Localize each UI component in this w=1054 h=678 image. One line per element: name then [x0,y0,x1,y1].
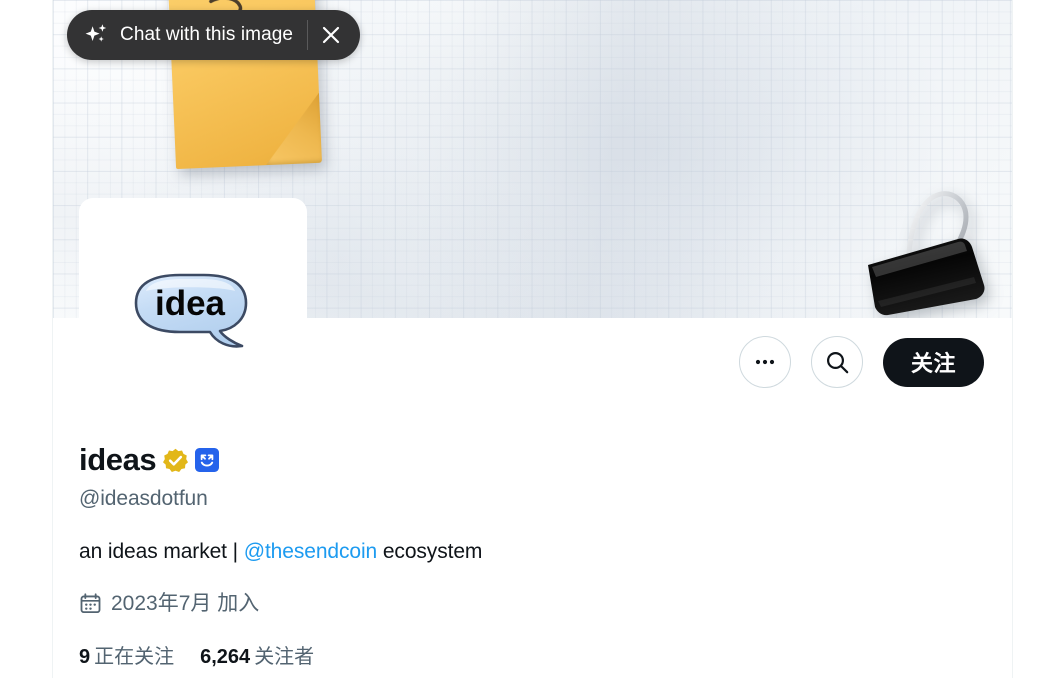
following-label: 正在关注 [94,645,175,668]
chat-with-image-toolbar[interactable]: Chat with this image [67,10,361,60]
joined-date-row: 2023年7月 加入 [79,591,992,616]
followers-count: 6,264 [200,645,251,668]
search-icon [826,351,848,373]
display-name: ideas [79,441,157,477]
more-horizontal-icon [755,359,775,365]
bio-mention-link[interactable]: @thesendcoin [244,540,377,563]
profile-bio: an ideas market | @thesendcoin ecosystem [79,538,992,565]
avatar-bubble-text: idea [155,284,226,323]
verified-badge-icon[interactable] [163,448,189,473]
bio-suffix: ecosystem [377,540,483,564]
binder-clip-icon [868,191,985,316]
profile-handle: @ideasdotfun [79,487,208,510]
more-options-button[interactable] [739,336,791,388]
bio-prefix: an ideas market | [79,540,244,564]
avatar[interactable]: idea [79,198,307,418]
following-count: 9 [79,645,91,668]
followers-label: 关注者 [254,645,315,668]
profile-column: Chat with this image idea 关注 ideas @idea… [52,0,1013,678]
blue-square-emoji-badge-icon[interactable] [195,448,220,472]
close-button[interactable] [308,12,354,58]
following-stat[interactable]: 9 正在关注 [79,640,174,669]
avatar-speech-bubble-icon: idea [134,274,248,349]
joined-date-label: 2023年7月 加入 [111,591,260,615]
follow-button[interactable]: 关注 [883,337,984,387]
calendar-icon [80,593,101,613]
sparkle-icon [85,24,107,42]
profile-action-row: 关注 [739,336,984,388]
chat-with-image-label: Chat with this image [120,24,294,45]
profile-info: ideas @ideasdotfun an ideas market | @th… [79,440,992,669]
close-icon [322,26,340,44]
profile-page: Chat with this image idea 关注 ideas @idea… [0,0,1054,678]
display-name-row: ideas [79,440,992,480]
search-profile-button[interactable] [811,336,863,388]
profile-stats-row: 9 正在关注 6,264 关注者 [79,640,992,669]
followers-stat[interactable]: 6,264 关注者 [200,640,314,669]
